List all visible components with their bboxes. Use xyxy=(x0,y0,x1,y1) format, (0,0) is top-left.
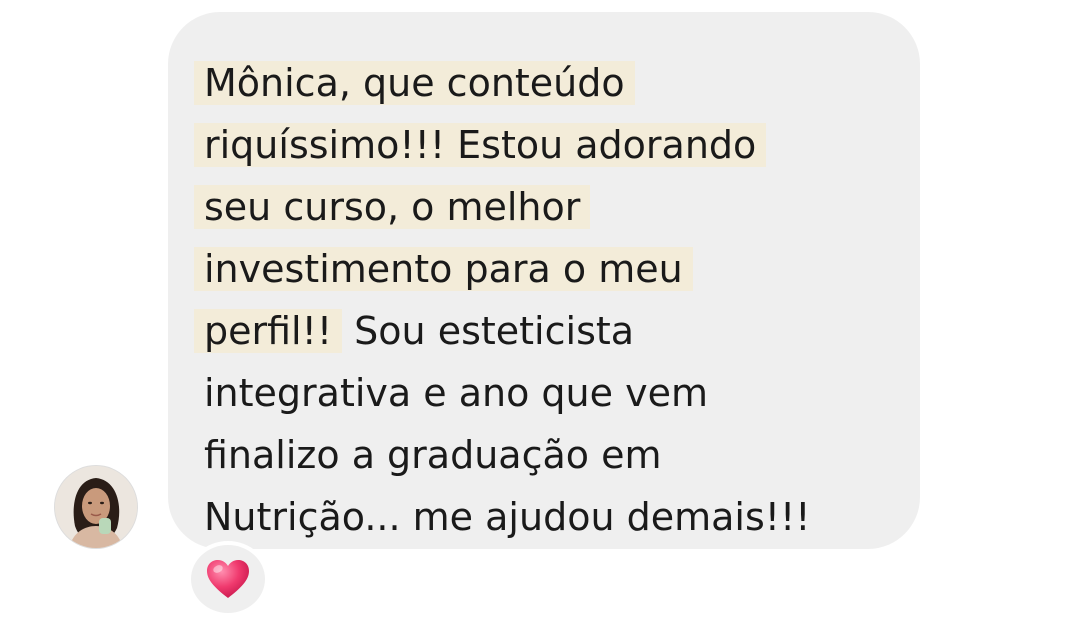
highlighted-text: riquíssimo!!! Estou adorando xyxy=(194,123,767,167)
highlighted-text: seu curso, o melhor xyxy=(194,185,591,229)
profile-photo-icon xyxy=(55,466,137,548)
message-line: Nutrição... me ajudou demais!!! xyxy=(204,486,810,548)
message-line: Mônica, que conteúdo xyxy=(194,52,635,114)
message-line: integrativa e ano que vem xyxy=(204,362,708,424)
message-text: Nutrição... me ajudou demais!!! xyxy=(204,495,811,539)
message-line: perfil!! Sou esteticista xyxy=(194,300,635,362)
message-line: finalizo a graduação em xyxy=(204,424,661,486)
message-bubble[interactable]: Mônica, que conteúdo riquíssimo!!! Estou… xyxy=(168,12,920,549)
message-line: seu curso, o melhor xyxy=(194,176,591,238)
message-text: integrativa e ano que vem xyxy=(204,371,708,415)
heart-icon xyxy=(207,560,249,598)
highlighted-text: Mônica, que conteúdo xyxy=(194,61,635,105)
message-line: riquíssimo!!! Estou adorando xyxy=(194,114,767,176)
highlighted-text: perfil!! xyxy=(194,309,343,353)
highlighted-text: investimento para o meu xyxy=(194,247,693,291)
message-text: Sou esteticista xyxy=(342,309,635,353)
sender-avatar[interactable] xyxy=(55,466,137,548)
message-line: investimento para o meu xyxy=(194,238,693,300)
reaction-badge[interactable] xyxy=(187,541,269,617)
message-text: finalizo a graduação em xyxy=(204,433,662,477)
